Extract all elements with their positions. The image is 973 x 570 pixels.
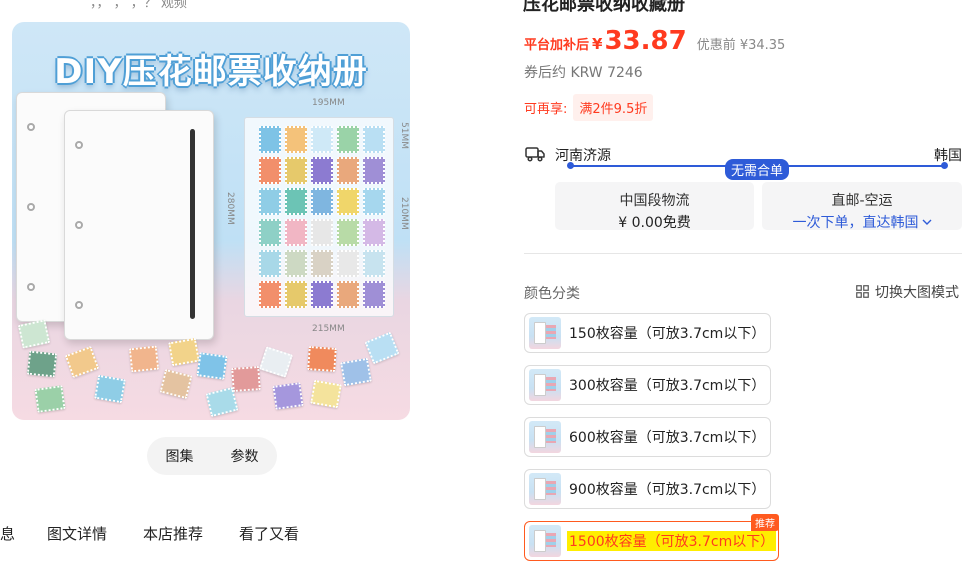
dim-height-right: 51MM [399,122,409,149]
sku-thumbnail [529,525,561,557]
promo-label: 可再享: [524,102,568,117]
domestic-logistics-fee: ¥ 0.00免费 [618,215,691,231]
sku-label: 900枚容量（可放3.7cm以下） [569,482,766,498]
divider [524,253,962,254]
dim-width-bottom: 215MM [312,324,345,334]
truncated-text: ，， ， ，？ 观频 [90,0,187,11]
grid-icon [856,285,869,298]
product-main-image[interactable]: DIY压花邮票收纳册 195MM 51MM 280MM 210MM 215MM [12,22,410,420]
sku-thumbnail [529,473,561,505]
stamp-sheet [244,117,394,317]
sku-label: 150枚容量（可放3.7cm以下） [569,326,766,342]
tab-also-viewed[interactable]: 看了又看 [239,523,299,544]
sku-label: 600枚容量（可放3.7cm以下） [569,430,766,446]
price-label: 平台加补后 [524,38,590,53]
direct-air-desc[interactable]: 一次下单，直达韩国 [762,212,962,232]
track-start-dot [567,162,574,169]
sku-option-900[interactable]: 900枚容量（可放3.7cm以下） [524,469,771,509]
dim-height-left: 280MM [225,192,235,225]
promo-badge[interactable]: 满2件9.5折 [573,94,654,121]
chevron-down-icon [922,219,931,225]
binder-front [64,110,214,340]
price-row: 平台加补后 ¥ 33.87 优惠前 ¥34.35 [524,26,785,56]
tab-graphic-details[interactable]: 图文详情 [47,523,107,544]
sku-option-300[interactable]: 300枚容量（可放3.7cm以下） [524,365,771,405]
recommend-badge: 推荐 [751,514,779,531]
switch-large-image-mode[interactable]: 切换大图模式 [856,282,959,302]
promo-row: 可再享: 满2件9.5折 [524,94,654,121]
sku-thumbnail [529,369,561,401]
image-title: DIY压花邮票收纳册 [54,52,368,92]
color-category-label: 颜色分类 [524,286,580,302]
gallery-tabs: 图集 参数 [147,437,277,475]
direct-air-card[interactable]: 直邮-空运 一次下单，直达韩国 [762,182,962,232]
sku-label: 300枚容量（可放3.7cm以下） [569,378,766,394]
sku-label: 1500枚容量（可放3.7cm以下） [567,531,777,551]
dim-width-top: 195MM [312,98,345,108]
direct-air-desc-text: 一次下单，直达韩国 [792,215,919,231]
sku-option-150[interactable]: 150枚容量（可放3.7cm以下） [524,313,771,353]
direct-air-title: 直邮-空运 [831,193,893,209]
krw-price: 券后约 KRW 7246 [524,65,643,81]
tab-shop-recommend[interactable]: 本店推荐 [143,523,203,544]
ship-from: 河南济源 [555,148,611,164]
domestic-logistics-title: 中国段物流 [619,193,690,209]
sku-option-600[interactable]: 600枚容量（可放3.7cm以下） [524,417,771,457]
tab-gallery[interactable]: 图集 [166,446,194,466]
domestic-logistics-card: 中国段物流 ¥ 0.00免费 [555,182,754,231]
original-price: 优惠前 ¥34.35 [696,38,786,53]
sku-option-1500[interactable]: 1500枚容量（可放3.7cm以下） 推荐 [524,514,779,561]
price-value: 33.87 [604,26,687,56]
ship-to: 韩国 [934,148,962,164]
no-merge-badge: 无需合单 [725,159,790,180]
tab-params[interactable]: 参数 [231,446,259,466]
sku-thumbnail [529,421,561,453]
product-title: 压花邮票收纳收藏册 [523,0,685,15]
truck-icon [525,147,545,162]
dim-height-right2: 210MM [399,197,409,230]
sku-thumbnail [529,317,561,349]
switch-mode-label: 切换大图模式 [875,285,959,301]
price-currency: ¥ [592,35,603,53]
track-end-dot [941,162,948,169]
tab-info[interactable]: 息 [0,523,15,544]
